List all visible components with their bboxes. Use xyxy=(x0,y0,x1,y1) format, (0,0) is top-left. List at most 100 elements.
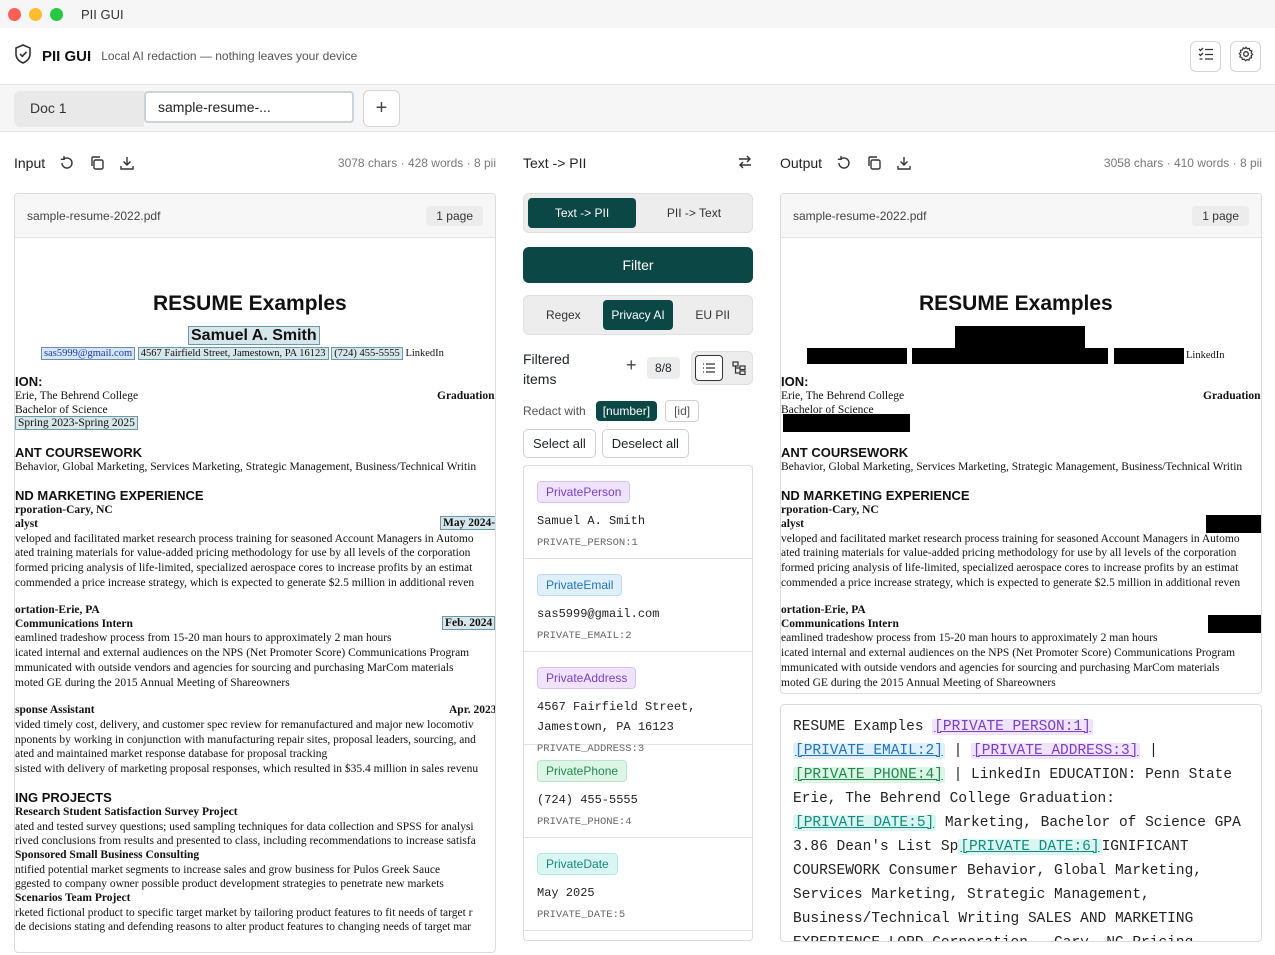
mode-pii-to-text[interactable]: PII -> Text xyxy=(640,198,748,228)
input-resume-page: RESUME Examples Samuel A. Smith sas5999@… xyxy=(15,238,496,952)
copy-icon[interactable] xyxy=(89,155,105,171)
resume-line: ION: xyxy=(15,374,43,389)
pii-reference: PRIVATE_DATE:5 xyxy=(537,909,626,921)
resume-line: Graduation xyxy=(1203,390,1261,402)
pii-items-list[interactable]: PrivatePerson Samuel A. Smith PRIVATE_PERS… xyxy=(523,465,753,941)
pii-address-highlight[interactable]: 4567 Fairfield Street, Jamestown, PA 161… xyxy=(137,347,329,360)
document-tabs: Doc 1 sample-resume-... + xyxy=(0,85,1275,132)
list-view-icon[interactable] xyxy=(695,355,723,381)
resume-line: ortation-Erie, PA xyxy=(781,604,866,616)
redacted-block xyxy=(1208,615,1261,633)
filter-panel: Text -> PII Text -> PII PII -> Text Filt… xyxy=(523,133,753,941)
input-page-count: 1 page xyxy=(426,205,483,226)
resume-line: ION: xyxy=(781,374,809,389)
placeholder-phone[interactable]: [PRIVATE_PHONE:4] xyxy=(793,767,945,783)
resume-line: icated internal and external audiences o… xyxy=(15,647,470,659)
resume-line: Erie, The Behrend College xyxy=(781,390,905,402)
placeholder-address[interactable]: [PRIVATE_ADDRESS:3] xyxy=(971,743,1141,759)
tree-view-icon[interactable] xyxy=(726,355,752,381)
resume-title: RESUME Examples xyxy=(153,292,347,315)
resume-line: ND MARKETING EXPERIENCE xyxy=(781,488,970,503)
input-panel: Input 3078 chars · 428 words · 8 pii sam… xyxy=(14,133,496,955)
select-all-button[interactable]: Select all xyxy=(523,429,596,458)
resume-line: alyst xyxy=(15,518,38,530)
resume-line: commended a price increase strategy, whi… xyxy=(15,577,475,589)
resume-line: moted GE during the 2015 Annual Meeting … xyxy=(15,677,290,689)
app-tagline: Local AI redaction — nothing leaves your… xyxy=(101,49,358,63)
output-document-viewer[interactable]: sample-resume-2022.pdf 1 page RESUME Exa… xyxy=(780,193,1262,694)
settings-button[interactable] xyxy=(1230,41,1261,72)
input-document-viewer[interactable]: sample-resume-2022.pdf 1 page RESUME Exa… xyxy=(14,193,496,953)
minimize-window-button[interactable] xyxy=(29,7,42,21)
output-page-count: 1 page xyxy=(1192,205,1249,226)
placeholder-date[interactable]: [PRIVATE_DATE:5] xyxy=(793,815,937,831)
resume-line: sisted with delivery of marketing propos… xyxy=(15,763,479,775)
resume-line: formed pricing analysis of life-limited,… xyxy=(15,562,473,574)
pii-reference: PRIVATE_EMAIL:2 xyxy=(537,630,632,642)
download-icon[interactable] xyxy=(896,155,912,171)
source-eu-pii[interactable]: EU PII xyxy=(677,300,748,330)
resume-line: veloped and facilitated market research … xyxy=(781,533,1240,545)
source-regex[interactable]: Regex xyxy=(528,300,599,330)
resume-line: de decisions stating and defending reaso… xyxy=(15,921,472,933)
pii-list-item[interactable]: PrivateDate May 2025 PRIVATE_DATE:5 xyxy=(524,838,752,931)
resume-line: rived conclusions from results and prese… xyxy=(15,835,476,847)
direction-toggle: Text -> PII PII -> Text xyxy=(523,193,753,233)
pii-list-item[interactable]: PrivateEmail sas5999@gmail.com PRIVATE_EMA… xyxy=(524,559,752,652)
pii-value: sas5999@gmail.com xyxy=(537,607,660,621)
resume-line: Apr. 2023 xyxy=(449,704,496,716)
output-text-box[interactable]: RESUME Examples [PRIVATE_PERSON:1] [PRIV… xyxy=(780,704,1262,942)
pii-list-item[interactable]: PrivatePhone (724) 455-5555 PRIVATE_PHONE:… xyxy=(524,745,752,838)
item-count-badge: 8/8 xyxy=(647,357,680,379)
filter-button[interactable]: Filter xyxy=(523,247,753,283)
resume-line: alyst xyxy=(781,518,804,530)
redact-with-label: Redact with xyxy=(523,404,586,418)
swap-icon[interactable] xyxy=(737,154,753,173)
resume-line: sponse Assistant xyxy=(15,704,95,716)
add-item-button[interactable]: + xyxy=(626,355,637,376)
resume-line: veloped and facilitated market research … xyxy=(15,533,474,545)
shield-icon xyxy=(14,43,32,69)
resume-line: Graduation xyxy=(437,390,495,402)
output-text-segment: RESUME Examples xyxy=(793,719,933,735)
pii-type-tag: PrivateAddress xyxy=(537,667,637,689)
pii-email-highlight[interactable]: sas5999@gmail.com xyxy=(41,347,136,360)
app-header: PII GUI Local AI redaction — nothing lea… xyxy=(0,28,1275,85)
redact-id-option[interactable]: [id] xyxy=(665,400,700,422)
redact-number-option[interactable]: [number] xyxy=(595,401,658,421)
close-window-button[interactable] xyxy=(8,7,21,21)
download-icon[interactable] xyxy=(119,155,135,171)
reset-icon[interactable] xyxy=(59,155,75,171)
mode-text-to-pii[interactable]: Text -> PII xyxy=(528,198,636,228)
pii-date-highlight[interactable]: Feb. 2024 xyxy=(442,616,495,630)
resume-line: mmunicated with outside vendors and agen… xyxy=(781,662,1220,674)
checklist-button[interactable] xyxy=(1190,41,1221,72)
resume-line: rketed fictional product to specific tar… xyxy=(15,907,473,919)
resume-line: ated training materials for value-added … xyxy=(15,547,471,559)
input-filename: sample-resume-2022.pdf xyxy=(27,208,161,223)
source-privacy-ai[interactable]: Privacy AI xyxy=(602,300,674,330)
placeholder-email[interactable]: [PRIVATE_EMAIL:2] xyxy=(793,743,945,759)
maximize-window-button[interactable] xyxy=(50,7,63,21)
resume-line: Communications Intern xyxy=(15,618,133,630)
pii-name-highlight[interactable]: Samuel A. Smith xyxy=(188,326,320,345)
resume-line: ntified potential market segments to inc… xyxy=(15,864,441,876)
deselect-all-button[interactable]: Deselect all xyxy=(601,429,689,458)
pii-date-highlight[interactable]: May 2024- xyxy=(440,516,495,530)
tab-doc-1[interactable]: Doc 1 xyxy=(14,91,144,127)
add-tab-button[interactable]: + xyxy=(363,90,400,127)
resume-line: commended a price increase strategy, whi… xyxy=(781,577,1241,589)
pii-list-item[interactable]: PrivateAddress 4567 Fairfield Street, Jam… xyxy=(524,652,752,755)
placeholder-person[interactable]: [PRIVATE_PERSON:1] xyxy=(932,719,1093,735)
reset-icon[interactable] xyxy=(836,155,852,171)
copy-icon[interactable] xyxy=(866,155,882,171)
tab-sample-resume[interactable]: sample-resume-... xyxy=(144,91,354,123)
filtered-items-label: Filtered items xyxy=(523,351,570,387)
resume-linkedin: LinkedIn xyxy=(1186,350,1225,361)
resume-line: ING PROJECTS xyxy=(15,790,112,805)
pii-phone-highlight[interactable]: (724) 455-5555 xyxy=(331,347,403,360)
pii-date-highlight[interactable]: Spring 2023-Spring 2025 xyxy=(15,416,138,430)
pii-list-item[interactable]: PrivatePerson Samuel A. Smith PRIVATE_PERS… xyxy=(524,466,752,559)
resume-line: rporation-Cary, NC xyxy=(15,504,113,516)
placeholder-date[interactable]: [PRIVATE_DATE:6] xyxy=(958,839,1102,855)
